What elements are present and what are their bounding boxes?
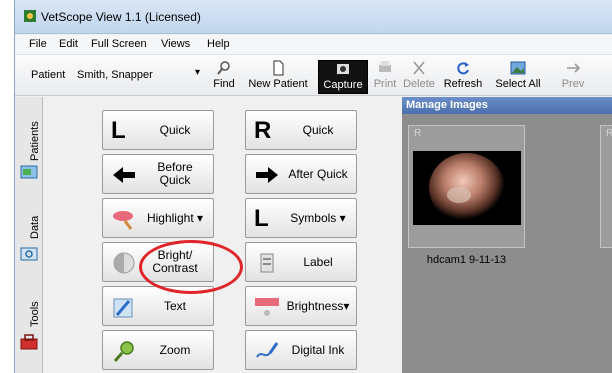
image-thumbnail[interactable]: R <box>600 125 612 248</box>
highlight-icon <box>111 207 137 231</box>
zoom-button[interactable]: Zoom <box>102 330 214 370</box>
label-button[interactable]: Label <box>245 242 357 282</box>
pen-icon <box>111 295 137 319</box>
chevron-down-icon: ▾ <box>339 210 346 225</box>
highlight-button[interactable]: Highlight ▾ <box>102 198 214 238</box>
menu-full-screen[interactable]: Full Screen <box>91 38 147 50</box>
patient-select[interactable]: Smith, Snapper <box>77 69 153 81</box>
delete-button[interactable]: Delete <box>401 60 437 94</box>
brightness-icon <box>254 295 280 319</box>
menu-file[interactable]: File <box>29 38 47 50</box>
camera-icon <box>333 61 353 77</box>
patients-icon <box>20 165 38 182</box>
after-quick-button[interactable]: After Quick <box>245 154 357 194</box>
arrow-icon <box>563 60 583 76</box>
printer-icon <box>375 60 395 76</box>
patient-label: Patient <box>31 69 66 81</box>
preview-button[interactable]: Prev <box>553 60 593 94</box>
side-tab-strip: Patients Data Tools <box>15 97 43 373</box>
menu-help[interactable]: Help <box>207 38 230 50</box>
manage-images-header: Manage Images <box>402 97 612 114</box>
image-icon <box>508 60 528 76</box>
refresh-button[interactable]: Refresh <box>441 60 485 94</box>
select-all-button[interactable]: Select All <box>489 60 547 94</box>
data-icon <box>20 247 38 264</box>
capture-button[interactable]: Capture <box>318 60 368 94</box>
toolbox-icon <box>19 333 39 354</box>
title-bar: VetScope View 1.1 (Licensed) <box>15 0 612 34</box>
menu-edit[interactable]: Edit <box>59 38 78 50</box>
annotation-circle <box>139 240 243 294</box>
label-icon <box>254 251 280 275</box>
symbol-l-icon: L <box>254 205 269 232</box>
tab-data[interactable]: Data <box>17 191 41 271</box>
tab-patients[interactable]: Patients <box>17 101 41 179</box>
new-patient-button[interactable]: New Patient <box>245 60 311 94</box>
tools-panel: L Quick Before Quick Highlight ▾ Bright/… <box>44 97 401 373</box>
search-icon <box>214 60 234 76</box>
r-marker-icon: R <box>254 117 272 144</box>
chevron-down-icon: ▾ <box>197 210 204 225</box>
chevron-down-icon: ▾ <box>343 298 350 313</box>
arrow-right-icon <box>254 163 280 187</box>
contrast-icon <box>111 251 137 275</box>
quick-r-button[interactable]: R Quick <box>245 110 357 150</box>
ink-icon <box>254 339 280 363</box>
arrow-left-icon <box>111 163 137 187</box>
menu-bar: File Edit Full Screen Views Help <box>15 35 612 54</box>
quick-l-button[interactable]: L Quick <box>102 110 214 150</box>
side-tag: R <box>414 128 422 139</box>
new-document-icon <box>268 60 288 76</box>
refresh-icon <box>453 60 473 76</box>
symbols-button[interactable]: L Symbols ▾ <box>245 198 357 238</box>
thumbnail-caption: hdcam1 9-11-13 <box>426 254 507 266</box>
l-marker-icon: L <box>111 117 126 144</box>
side-tag: R <box>606 128 612 139</box>
print-button[interactable]: Print <box>372 60 398 94</box>
magnifier-icon <box>111 339 137 363</box>
menu-views[interactable]: Views <box>161 38 190 50</box>
tab-tools[interactable]: Tools <box>17 285 41 365</box>
chevron-down-icon[interactable]: ▾ <box>195 67 200 78</box>
app-window: VetScope View 1.1 (Licensed) File Edit F… <box>14 0 612 373</box>
endoscope-image <box>413 151 521 225</box>
before-quick-button[interactable]: Before Quick <box>102 154 214 194</box>
manage-images-panel: Manage Images R hdcam1 9-11-13 <box>402 97 612 373</box>
brightness-button[interactable]: Brightness ▾ <box>245 286 357 326</box>
toolbar: Patient Smith, Snapper ▾ Find New Patien… <box>15 54 612 96</box>
image-thumbnail[interactable]: R <box>408 125 525 248</box>
close-icon <box>409 60 429 76</box>
app-icon <box>23 9 37 23</box>
digital-ink-button[interactable]: Digital Ink <box>245 330 357 370</box>
window-title: VetScope View 1.1 (Licensed) <box>41 10 201 24</box>
find-button[interactable]: Find <box>209 60 239 94</box>
